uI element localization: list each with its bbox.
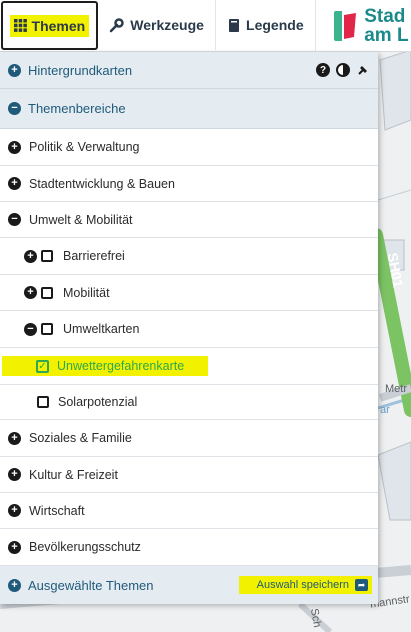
list-item-stadtentwicklung[interactable]: + Stadtentwicklung & Bauen (0, 166, 378, 202)
plus-icon[interactable]: + (8, 468, 21, 481)
list-item-unwettergefahrenkarte[interactable]: ✓ Unwettergefahrenkarte (0, 348, 378, 384)
checkbox[interactable] (41, 286, 53, 299)
item-label: Umwelt & Mobilität (29, 212, 133, 227)
list-item-mobilitaet[interactable]: + Mobilität (0, 275, 378, 311)
plus-icon[interactable]: + (24, 286, 37, 299)
plus-icon[interactable]: + (24, 249, 37, 263)
list-item-soziales[interactable]: + Soziales & Familie (0, 420, 378, 457)
plus-icon[interactable]: + (8, 504, 21, 517)
tab-werkzeuge-label: Werkzeuge (130, 17, 204, 33)
section-hintergrundkarten[interactable]: + Hintergrundkarten ? (0, 52, 378, 89)
item-label: Mobilität (63, 285, 110, 300)
minus-icon[interactable]: − (8, 213, 21, 226)
plus-icon[interactable]: + (8, 177, 21, 190)
item-label: Umweltkarten (63, 322, 140, 336)
checkbox-checked-icon[interactable]: ✓ (36, 359, 49, 373)
item-label: Soziales & Familie (29, 431, 132, 445)
section-hintergrundkarten-label: Hintergrundkarten (28, 62, 133, 78)
city-logo[interactable]: Stad am L (315, 0, 411, 51)
map-label-metr: Metr (385, 383, 407, 395)
checkbox[interactable] (41, 250, 53, 262)
tab-legende[interactable]: Legende (215, 0, 315, 50)
themes-panel: + Hintergrundkarten ? − Themenbereiche +… (0, 52, 378, 604)
pin-icon[interactable] (356, 63, 370, 77)
list-item-barrierefrei[interactable]: + Barrierefrei (0, 238, 378, 275)
tab-themen[interactable]: Themen (1, 1, 98, 50)
list-item-solarpotenzial[interactable]: Solarpotenzial (0, 384, 378, 420)
logo-mark-icon (334, 10, 357, 41)
plus-icon[interactable]: + (8, 140, 21, 154)
list-item-politik[interactable]: + Politik & Verwaltung (0, 129, 378, 166)
tab-legende-label: Legende (246, 17, 304, 33)
checkbox[interactable] (41, 323, 53, 335)
section-ausgewaehlte-label: Ausgewählte Themen (28, 577, 154, 593)
contrast-icon[interactable] (336, 63, 350, 77)
item-label: Barrierefrei (63, 249, 125, 263)
plus-icon: + (8, 63, 21, 77)
item-label: Politik & Verwaltung (29, 140, 140, 154)
share-icon: ➦ (355, 579, 368, 591)
checkbox[interactable] (37, 396, 49, 408)
list-item-umwelt-mobilitaet[interactable]: − Umwelt & Mobilität (0, 202, 378, 238)
list-item-umweltkarten[interactable]: − Umweltkarten (0, 311, 378, 348)
background-tools: ? (316, 52, 370, 88)
save-selection-label: Auswahl speichern (256, 579, 349, 591)
section-themenbereiche[interactable]: − Themenbereiche (0, 89, 378, 129)
item-label: Kultur & Freizeit (29, 467, 118, 482)
themen-highlight: Themen (9, 14, 90, 37)
item-label: Stadtentwicklung & Bauen (29, 176, 175, 191)
plus-icon[interactable]: + (8, 540, 21, 554)
plus-icon[interactable]: + (8, 431, 21, 445)
list-item-kultur[interactable]: + Kultur & Freizeit (0, 457, 378, 493)
wrench-icon (110, 17, 125, 32)
save-selection-button[interactable]: Auswahl speichern ➦ (238, 576, 372, 594)
tab-themen-label: Themen (31, 17, 86, 34)
item-label: Solarpotenzial (58, 395, 138, 409)
plus-icon: + (8, 578, 21, 592)
minus-icon: − (8, 102, 21, 115)
section-themenbereiche-label: Themenbereiche (28, 101, 126, 116)
item-label: Wirtschaft (29, 503, 85, 518)
highlighted-layer: ✓ Unwettergefahrenkarte (2, 356, 209, 376)
list-item-wirtschaft[interactable]: + Wirtschaft (0, 493, 378, 529)
top-navigation: Themen Werkzeuge Legende Stad am L (0, 0, 411, 52)
section-ausgewaehlte-themen[interactable]: + Ausgewählte Themen Auswahl speichern ➦ (0, 566, 378, 604)
book-icon (229, 18, 240, 32)
grid-icon (13, 19, 27, 32)
list-item-bevoelkerungsschutz[interactable]: + Bevölkerungsschutz (0, 529, 378, 566)
item-label: Unwettergefahrenkarte (57, 359, 185, 373)
minus-icon[interactable]: − (24, 322, 37, 336)
map-label-ar: ar (380, 404, 390, 416)
logo-text: Stad am L (364, 5, 409, 46)
item-label: Bevölkerungsschutz (29, 540, 141, 554)
help-icon[interactable]: ? (316, 63, 330, 77)
tab-werkzeuge[interactable]: Werkzeuge (98, 0, 216, 50)
